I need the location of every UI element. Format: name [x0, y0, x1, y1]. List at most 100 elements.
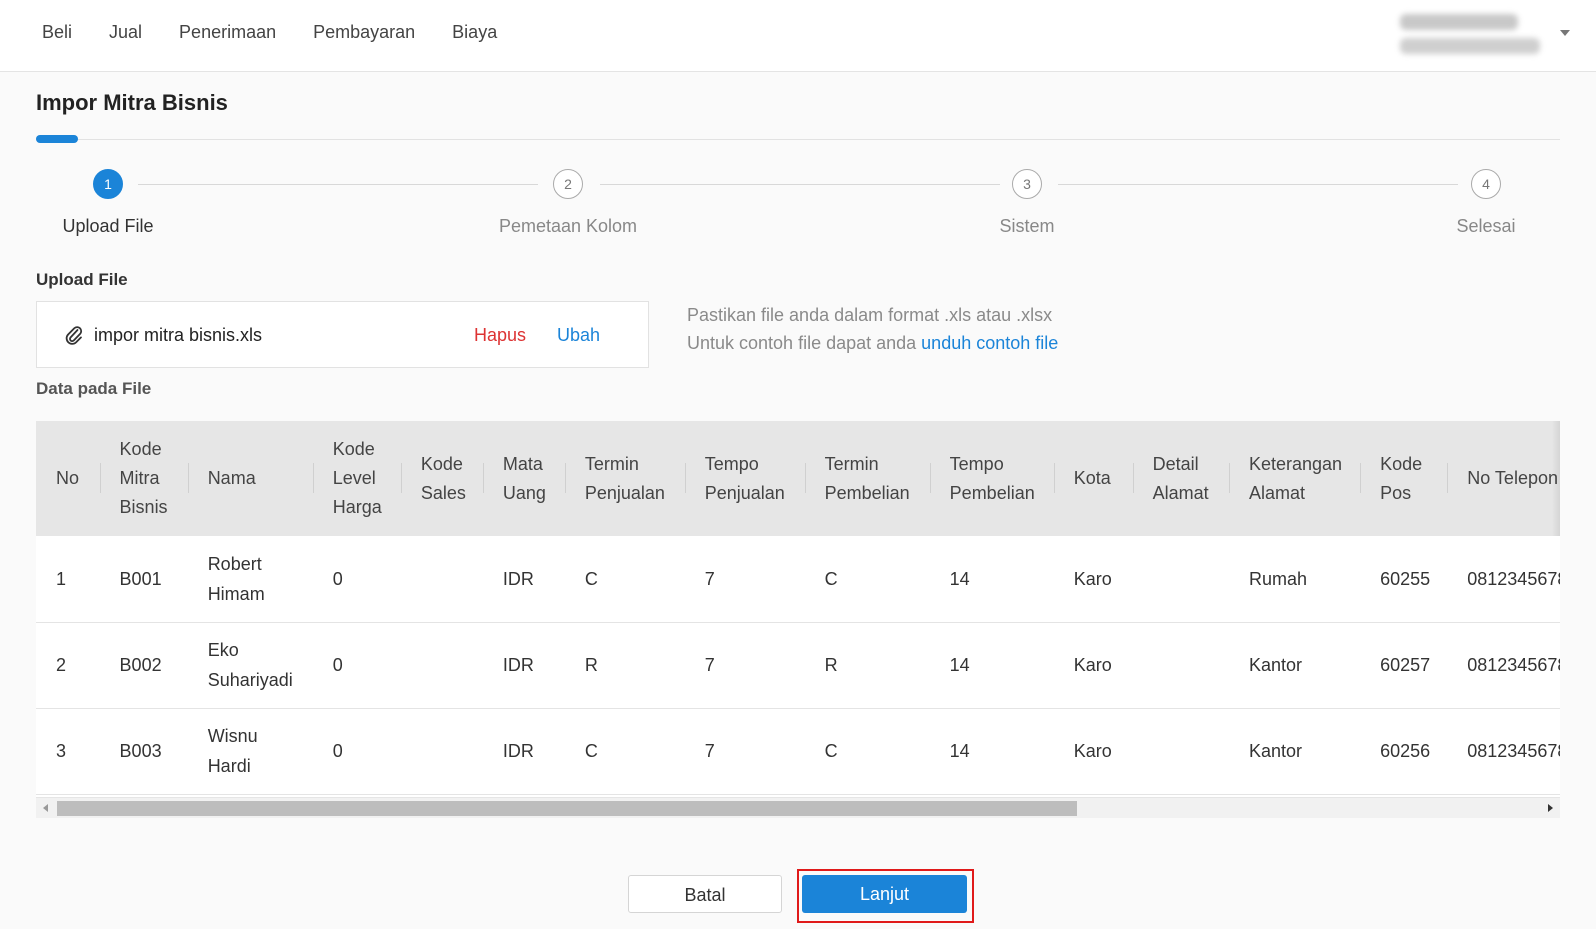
- col-header: Nama: [187, 421, 313, 536]
- scroll-left-icon[interactable]: [43, 804, 48, 812]
- table-cell: 0: [332, 568, 343, 589]
- col-header: Tempo Pembelian: [929, 421, 1054, 536]
- table-cell: C: [584, 741, 598, 761]
- step-2-indicator: 2: [553, 169, 583, 199]
- upload-section-label: Upload File: [36, 270, 128, 289]
- sample-hint: Untuk contoh file dapat anda unduh conto…: [687, 333, 1058, 354]
- table-cell: 14: [949, 568, 970, 589]
- nav-item-pembayaran[interactable]: Pembayaran: [313, 22, 415, 43]
- data-table-container: No Kode Mitra Bisnis Nama Kode Level Har…: [36, 421, 1560, 818]
- table-cell: 60255: [1380, 568, 1431, 589]
- table-cell: 081234567890: [1467, 568, 1560, 589]
- table-cell: [401, 622, 483, 708]
- table-cell: [1133, 536, 1229, 622]
- import-stepper: 1 Upload File 2 Pemetaan Kolom 3 Sistem …: [0, 168, 1596, 248]
- step-connector: [138, 184, 538, 185]
- table-row: 2 B002 Eko Suhariyadi 0 IDR R 7 R 14 Kar…: [36, 622, 1560, 708]
- table-cell: [401, 536, 483, 622]
- page-title: Impor Mitra Bisnis: [36, 90, 228, 115]
- table-cell: 7: [704, 741, 715, 761]
- table-cell: 081234567892: [1467, 741, 1560, 761]
- cancel-button[interactable]: Batal: [628, 875, 782, 913]
- table-cell: 14: [949, 655, 970, 675]
- table-cell: Karo: [1073, 741, 1112, 761]
- step-3-indicator: 3: [1012, 169, 1042, 199]
- col-header: Kode Mitra Bisnis: [99, 421, 188, 536]
- scroll-right-icon[interactable]: [1548, 804, 1553, 812]
- delete-file-link[interactable]: Hapus: [474, 325, 526, 346]
- top-bar: Beli Jual Penerimaan Pembayaran Biaya: [0, 0, 1596, 72]
- col-header: Mata Uang: [482, 421, 565, 536]
- main-nav: Beli Jual Penerimaan Pembayaran Biaya: [42, 22, 534, 43]
- col-header: Termin Penjualan: [564, 421, 685, 536]
- step-4-indicator: 4: [1471, 169, 1501, 199]
- account-email-redacted: [1400, 38, 1540, 54]
- download-sample-link[interactable]: unduh contoh file: [921, 333, 1058, 353]
- table-cell: Rumah: [1248, 568, 1307, 589]
- data-table: No Kode Mitra Bisnis Nama Kode Level Har…: [36, 421, 1560, 795]
- col-header: Tempo Penjualan: [684, 421, 805, 536]
- col-header: Keterangan Alamat: [1228, 421, 1360, 536]
- table-cell: Wisnu Hardi: [207, 726, 258, 776]
- table-cell: Karo: [1073, 568, 1112, 589]
- paperclip-icon: [65, 326, 83, 345]
- col-header: Termin Pembelian: [804, 421, 930, 536]
- table-cell: 0: [332, 655, 343, 675]
- uploaded-file-name: impor mitra bisnis.xls: [94, 325, 263, 345]
- col-header: Kota: [1053, 421, 1133, 536]
- table-cell: C: [824, 741, 838, 761]
- table-header-row: No Kode Mitra Bisnis Nama Kode Level Har…: [36, 421, 1560, 536]
- next-button-highlight: [797, 869, 974, 923]
- table-cell: [401, 708, 483, 794]
- table-cell: 2: [56, 655, 67, 675]
- table-cell: 7: [704, 568, 715, 589]
- table-cell: 081234567891: [1467, 655, 1560, 675]
- sample-hint-text: Untuk contoh file dapat anda: [687, 333, 922, 353]
- table-row: 3 B003 Wisnu Hardi 0 IDR C 7 C 14 Karo K…: [36, 708, 1560, 794]
- format-hint: Pastikan file anda dalam format .xls ata…: [687, 305, 1053, 325]
- step-connector: [600, 184, 1000, 185]
- scrollbar-thumb[interactable]: [57, 801, 1077, 816]
- table-cell: [1133, 622, 1229, 708]
- step-4-label: Selesai: [1456, 216, 1516, 236]
- table-scroll-shadow: [1552, 421, 1560, 536]
- nav-item-jual[interactable]: Jual: [109, 22, 142, 43]
- title-accent-bar: [36, 135, 78, 143]
- table-cell: C: [824, 568, 838, 589]
- table-cell: Karo: [1073, 655, 1112, 675]
- table-cell: 1: [56, 568, 67, 589]
- table-cell: B003: [119, 741, 162, 761]
- table-cell: R: [584, 655, 598, 675]
- table-row: 1 B001 Robert Himam 0 IDR C 7 C 14 Karo …: [36, 536, 1560, 622]
- nav-item-penerimaan[interactable]: Penerimaan: [179, 22, 276, 43]
- table-cell: B002: [119, 655, 162, 675]
- col-header: Kode Pos: [1360, 421, 1447, 536]
- step-1-indicator: 1: [93, 169, 123, 199]
- step-connector: [1058, 184, 1458, 185]
- chevron-down-icon[interactable]: [1560, 30, 1570, 36]
- step-1-label: Upload File: [62, 216, 154, 236]
- table-cell: 60257: [1380, 655, 1431, 675]
- nav-item-beli[interactable]: Beli: [42, 22, 72, 43]
- table-cell: 60256: [1380, 741, 1431, 761]
- change-file-link[interactable]: Ubah: [557, 325, 600, 346]
- table-cell: B001: [119, 568, 162, 589]
- table-cell: Robert Himam: [207, 553, 265, 604]
- title-divider: [36, 139, 1560, 140]
- nav-item-biaya[interactable]: Biaya: [452, 22, 497, 43]
- table-cell: Kantor: [1248, 655, 1302, 675]
- table-cell: IDR: [502, 568, 534, 589]
- step-3-label: Sistem: [999, 216, 1055, 236]
- table-cell: C: [584, 568, 598, 589]
- table-cell: 14: [949, 741, 970, 761]
- account-menu[interactable]: [1400, 12, 1570, 60]
- data-section-label: Data pada File: [36, 379, 152, 398]
- col-header: No: [56, 468, 80, 488]
- step-2-label: Pemetaan Kolom: [498, 216, 638, 236]
- table-cell: 7: [704, 655, 715, 675]
- table-cell: IDR: [502, 655, 534, 675]
- horizontal-scrollbar[interactable]: [36, 797, 1560, 818]
- uploaded-file-box: impor mitra bisnis.xls Hapus Ubah: [36, 301, 649, 368]
- table-cell: [1133, 708, 1229, 794]
- col-header: No Telepon: [1447, 421, 1560, 536]
